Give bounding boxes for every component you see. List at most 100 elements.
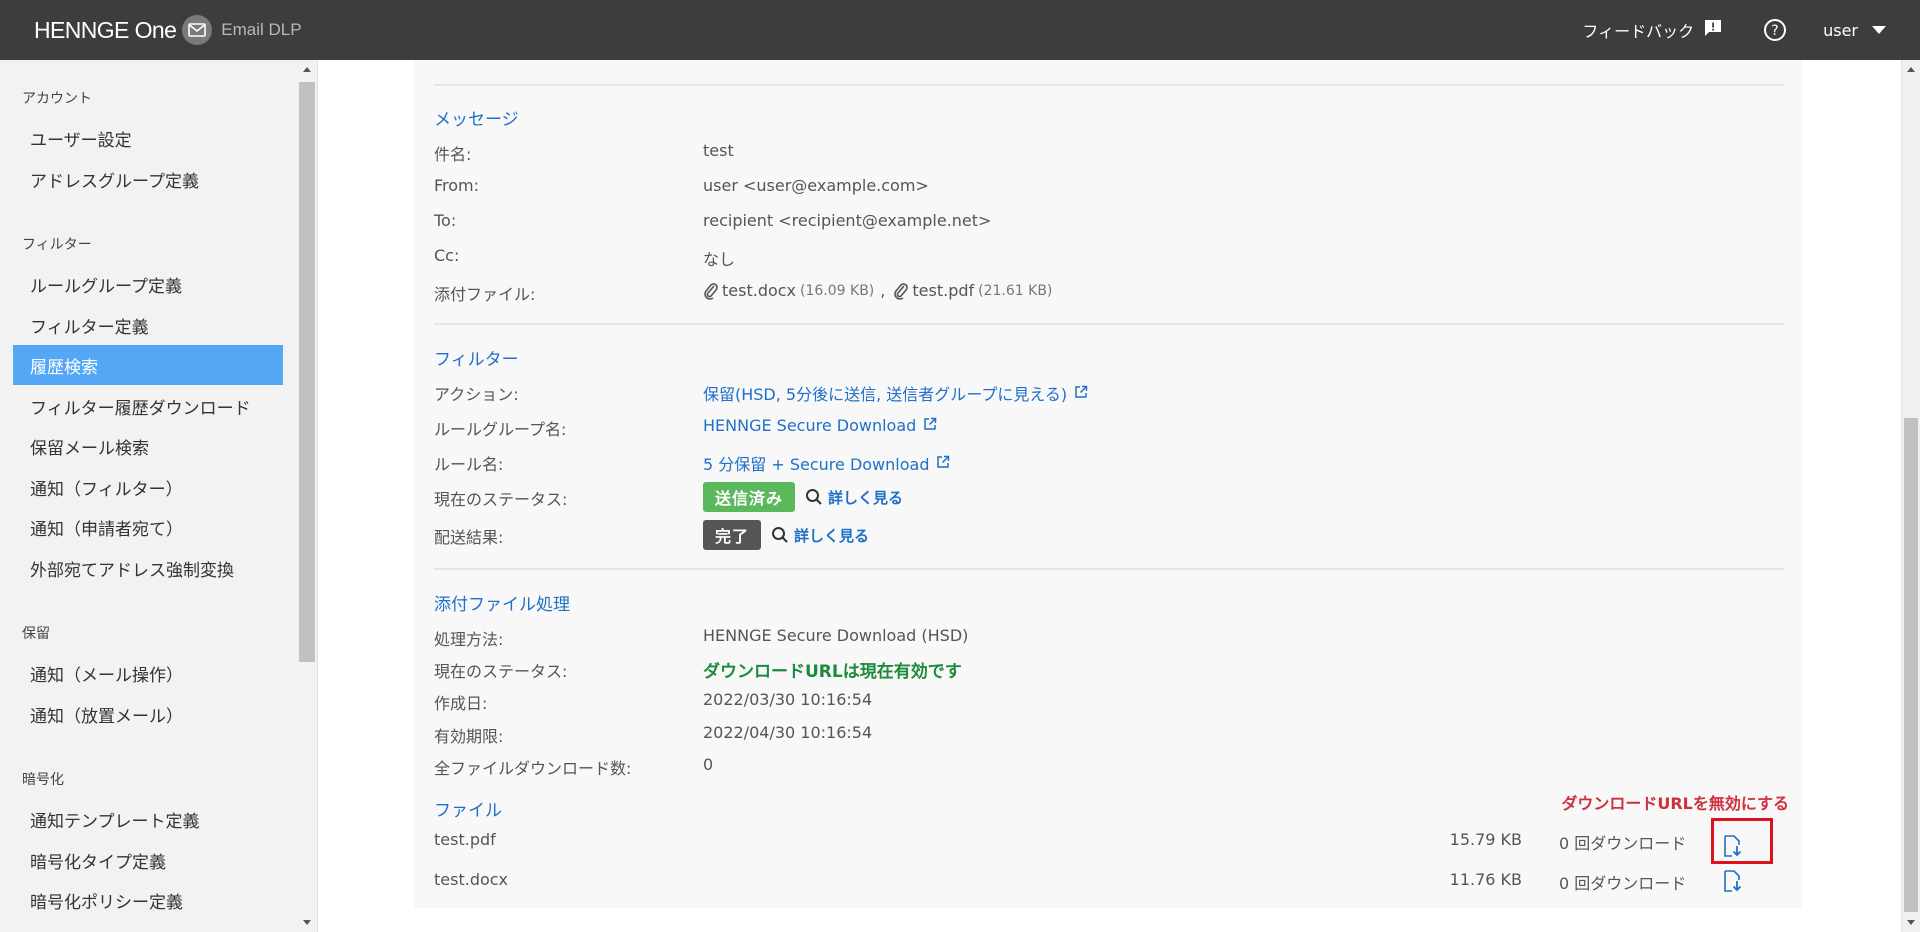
divider [434, 323, 1784, 325]
sidebar-item-notification-templates[interactable]: 通知テンプレート定義 [13, 799, 283, 839]
feedback-icon [1703, 18, 1723, 42]
sidebar-item-notify-applicant[interactable]: 通知（申請者宛て） [13, 507, 283, 547]
to-label: To: [434, 211, 457, 230]
disable-download-url-link[interactable]: ダウンロードURLを無効にする [1561, 790, 1789, 814]
delivery-badge: 完了 [703, 520, 762, 550]
created-label: 作成日: [434, 694, 488, 713]
sidebar-item-external-address-conversion[interactable]: 外部宛てアドレス強制変換 [13, 548, 283, 588]
file-download-count: 0 回ダウンロード [1559, 834, 1687, 853]
cc-label: Cc: [434, 246, 460, 265]
attachment-link[interactable]: test.pdf (21.61 KB) [893, 281, 1052, 300]
file-row: test.pdf 15.79 KB 0 回ダウンロード [434, 824, 1784, 858]
sidebar-item-notify-abandoned-mail[interactable]: 通知（放置メール） [13, 694, 283, 734]
file-name: test.docx [434, 870, 509, 889]
attachment-size: (16.09 KB) [800, 282, 875, 299]
scroll-down-arrow-icon[interactable] [303, 920, 311, 925]
attachment-name: test.docx [722, 281, 797, 300]
expires-label: 有効期限: [434, 727, 504, 746]
cc-value: なし [703, 250, 736, 269]
sidebar-section-account: アカウント [22, 91, 92, 107]
attachments-list: test.docx (16.09 KB) , test.pdf (21.61 K… [703, 281, 1052, 300]
from-value: user <user@example.com> [703, 176, 929, 195]
search-icon [806, 489, 822, 505]
brand-name: HENNGE One [34, 16, 177, 43]
divider [434, 568, 1784, 570]
file-size: 15.79 KB [1449, 830, 1522, 849]
user-menu[interactable]: user [1823, 21, 1886, 40]
detail-link-label: 詳しく見る [828, 488, 904, 507]
sidebar-item-history-search[interactable]: 履歴検索 [13, 345, 283, 385]
highlight-box [1711, 818, 1773, 864]
external-link-icon [923, 416, 937, 435]
attachment-name: test.pdf [912, 281, 975, 300]
expires-value: 2022/04/30 10:16:54 [703, 723, 873, 742]
scroll-up-arrow-icon[interactable] [303, 67, 311, 72]
feedback-button[interactable]: フィードバック [1582, 18, 1723, 42]
subject-value: test [703, 141, 734, 160]
main-content: メッセージ 件名: test From: user <user@example.… [319, 60, 1901, 932]
brand-logo[interactable]: HENNGE One Email DLP [34, 15, 302, 45]
processing-status-value: ダウンロードURLは現在有効です [703, 662, 962, 682]
status-detail-link[interactable]: 詳しく見る [805, 487, 903, 508]
rule-group-link[interactable]: HENNGE Secure Download [703, 416, 937, 435]
sidebar-item-filter-history-download[interactable]: フィルター履歴ダウンロード [13, 386, 283, 426]
detail-link-label: 詳しく見る [794, 526, 870, 545]
rule-name-link-text: 5 分保留 + Secure Download [703, 455, 930, 474]
file-download-icon [1724, 870, 1742, 892]
feedback-label: フィードバック [1582, 22, 1695, 41]
status-badge: 送信済み [703, 482, 796, 512]
rule-name-link[interactable]: 5 分保留 + Secure Download [703, 451, 950, 475]
to-value: recipient <recipient@example.net> [703, 211, 992, 230]
detail-panel: メッセージ 件名: test From: user <user@example.… [414, 60, 1802, 908]
attachment-link[interactable]: test.docx (16.09 KB) [703, 281, 874, 300]
created-value: 2022/03/30 10:16:54 [703, 690, 873, 709]
sidebar-item-filter-definitions[interactable]: フィルター定義 [13, 305, 283, 345]
svg-text:?: ? [1771, 23, 1778, 39]
app-header: HENNGE One Email DLP フィードバック ? user [0, 0, 1920, 60]
search-icon [772, 527, 788, 543]
file-download-button[interactable] [1702, 859, 1762, 903]
product-name: Email DLP [221, 20, 302, 39]
delivery-result: 完了 詳しく見る [703, 520, 869, 550]
attachment-size: (21.61 KB) [978, 282, 1053, 299]
help-icon[interactable]: ? [1763, 18, 1787, 42]
sidebar-item-notify-filter[interactable]: 通知（フィルター） [13, 467, 283, 507]
caret-down-icon [1872, 26, 1886, 34]
attachment-processing-title: 添付ファイル処理 [434, 595, 570, 615]
filter-status-label: 現在のステータス: [434, 490, 568, 509]
sidebar-section-encryption: 暗号化 [22, 772, 64, 788]
total-downloads-label: 全ファイルダウンロード数: [434, 759, 632, 778]
action-link-text: 保留(HSD, 5分後に送信, 送信者グループに見える) [703, 385, 1068, 404]
filter-section-title: フィルター [434, 350, 519, 370]
sidebar-item-encryption-types[interactable]: 暗号化タイプ定義 [13, 840, 283, 880]
sidebar: アカウント ユーザー設定 アドレスグループ定義 フィルター ルールグループ定義 … [0, 60, 318, 932]
subject-label: 件名: [434, 145, 472, 164]
scroll-down-arrow-icon[interactable] [1907, 920, 1915, 925]
sidebar-item-notify-mail-operation[interactable]: 通知（メール操作） [13, 653, 283, 693]
sidebar-item-encryption-policies[interactable]: 暗号化ポリシー定義 [13, 880, 283, 920]
delivery-detail-link[interactable]: 詳しく見る [771, 525, 869, 546]
sidebar-item-user-settings[interactable]: ユーザー設定 [13, 118, 283, 158]
sidebar-item-held-mail-search[interactable]: 保留メール検索 [13, 426, 283, 466]
processing-status-label: 現在のステータス: [434, 662, 568, 681]
sidebar-item-address-groups[interactable]: アドレスグループ定義 [13, 159, 283, 199]
main-scrollbar[interactable] [1901, 60, 1920, 932]
rule-group-label: ルールグループ名: [434, 420, 567, 439]
sidebar-scrollbar[interactable] [298, 60, 316, 932]
file-size: 11.76 KB [1449, 870, 1522, 889]
user-name: user [1823, 20, 1858, 40]
sidebar-item-rule-groups[interactable]: ルールグループ定義 [13, 264, 283, 304]
external-link-icon [936, 454, 950, 473]
sidebar-section-filter: フィルター [22, 237, 92, 253]
main-scroll-thumb[interactable] [1904, 418, 1918, 912]
scroll-up-arrow-icon[interactable] [1907, 67, 1915, 72]
rule-group-link-text: HENNGE Secure Download [703, 416, 917, 435]
sidebar-section-hold: 保留 [22, 626, 50, 642]
rule-name-label: ルール名: [434, 455, 504, 474]
message-section-title: メッセージ [434, 110, 519, 130]
action-link[interactable]: 保留(HSD, 5分後に送信, 送信者グループに見える) [703, 381, 1088, 405]
attachment-separator: , [880, 281, 886, 300]
method-label: 処理方法: [434, 630, 504, 649]
sidebar-scroll-thumb[interactable] [299, 82, 315, 662]
file-download-count: 0 回ダウンロード [1559, 874, 1687, 893]
